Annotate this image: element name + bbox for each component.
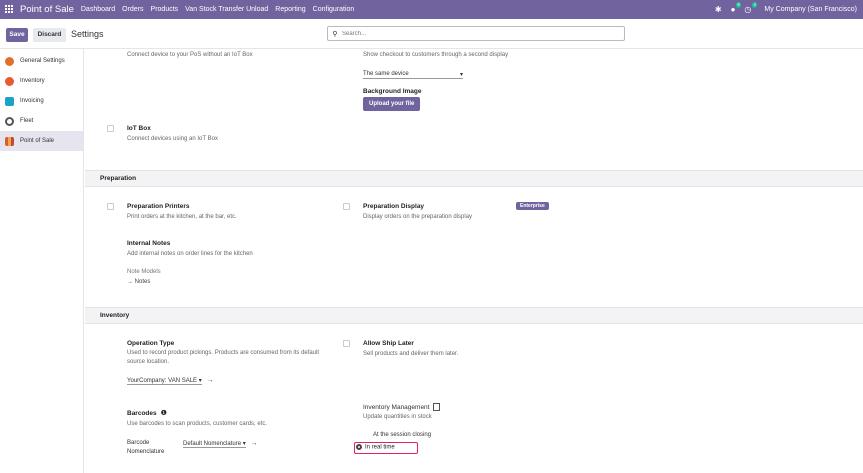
sidebar-item-general-settings[interactable]: General Settings — [0, 51, 83, 71]
enterprise-badge: Enterprise — [516, 202, 549, 210]
preparation-display-desc: Display orders on the preparation displa… — [363, 214, 473, 220]
section-inventory: Inventory — [85, 307, 863, 324]
menu-configuration[interactable]: Configuration — [313, 6, 355, 13]
customer-display-value: The same device — [363, 71, 409, 77]
sidebar-item-label: Fleet — [20, 118, 34, 124]
option-session-closing[interactable]: At the session closing — [364, 432, 431, 438]
control-panel: Save Discard Settings ⚲ — [0, 19, 863, 49]
menu-products[interactable]: Products — [151, 6, 179, 13]
barcode-nomenclature-value: Default Nomenclature — [183, 441, 242, 447]
app-brand[interactable]: Point of Sale — [20, 4, 74, 15]
general-settings-icon — [5, 56, 14, 66]
note-models-label: Note Models — [127, 269, 161, 275]
bug-icon[interactable]: ✱ — [715, 5, 722, 14]
allow-ship-later-desc: Sell products and deliver them later. — [363, 351, 459, 357]
preparation-display-checkbox[interactable] — [343, 203, 350, 210]
iot-box-checkbox[interactable] — [107, 125, 114, 132]
barcodes-header: Barcodes ❶ — [127, 409, 167, 417]
chevron-down-icon: ▾ — [459, 72, 463, 78]
preparation-printers-desc: Print orders at the kitchen, at the bar,… — [127, 214, 237, 220]
barcodes-label: Barcodes — [127, 410, 157, 417]
sidebar-item-label: Inventory — [20, 78, 45, 84]
page-title: Settings — [71, 29, 104, 39]
activity-badge: 4 — [751, 2, 758, 8]
inventory-management-header: Inventory Management — [363, 403, 441, 411]
settings-sidebar: General Settings Inventory Invoicing Fle… — [0, 49, 84, 473]
notes-link[interactable]: → Notes — [127, 279, 150, 285]
sidebar-item-label: General Settings — [20, 58, 65, 64]
invoicing-icon — [5, 96, 14, 106]
option-label: In real time — [365, 444, 395, 451]
top-navbar: Point of Sale Dashboard Orders Products … — [0, 0, 863, 19]
internal-notes-label: Internal Notes — [127, 240, 171, 247]
barcode-nomenclature-field: Default Nomenclature ▾ → — [183, 440, 258, 448]
building-icon — [433, 403, 441, 411]
option-real-time[interactable]: In real time — [356, 444, 395, 451]
iot-box-label: IoT Box — [127, 125, 151, 132]
background-image-label: Background Image — [363, 88, 422, 95]
company-switcher[interactable]: My Company (San Francisco) — [764, 6, 857, 13]
menu-reporting[interactable]: Reporting — [275, 6, 305, 13]
menu-orders[interactable]: Orders — [122, 6, 143, 13]
operation-type-field: YourCompany: VAN SALE ▾ → — [127, 377, 214, 385]
iot-connect-desc: Connect device to your PoS without an Io… — [127, 52, 253, 58]
preparation-printers-label: Preparation Printers — [127, 203, 190, 210]
allow-ship-later-label: Allow Ship Later — [363, 340, 414, 347]
info-icon[interactable]: ❶ — [161, 410, 167, 417]
messages-badge: 6 — [735, 2, 742, 8]
save-button[interactable]: Save — [6, 28, 28, 42]
settings-content: Connect device to your PoS without an Io… — [85, 49, 863, 473]
apps-menu-icon[interactable] — [5, 5, 14, 14]
fleet-icon — [5, 116, 14, 126]
search-icon: ⚲ — [332, 30, 338, 38]
preparation-printers-checkbox[interactable] — [107, 203, 114, 210]
internal-notes-desc: Add internal notes on order lines for th… — [127, 251, 253, 257]
messages-icon[interactable]: ● 6 — [731, 2, 742, 14]
inventory-management-desc: Update quantities in stock — [363, 414, 432, 420]
section-title: Preparation — [100, 175, 137, 182]
customer-display-desc: Show checkout to customers through a sec… — [363, 52, 509, 58]
barcode-nomenclature-label: Barcode Nomenclature — [127, 440, 165, 455]
upload-file-button[interactable]: Upload your file — [363, 97, 421, 111]
section-title: Inventory — [100, 312, 130, 319]
option-label: At the session closing — [373, 432, 432, 438]
external-link-arrow-icon[interactable]: → — [251, 440, 258, 447]
inventory-management-label: Inventory Management — [363, 403, 430, 411]
barcodes-desc: Use barcodes to scan products, customer … — [127, 421, 268, 427]
sidebar-item-label: Invoicing — [20, 98, 44, 104]
operation-type-label: Operation Type — [127, 340, 175, 347]
radio-selected-icon — [356, 444, 362, 450]
search-input[interactable] — [342, 30, 602, 37]
sidebar-item-point-of-sale[interactable]: Point of Sale — [0, 131, 83, 151]
menu-van-stock-transfer-unload[interactable]: Van Stock Transfer Unload — [185, 6, 268, 13]
sidebar-item-invoicing[interactable]: Invoicing — [0, 91, 83, 111]
operation-type-value: YourCompany: VAN SALE — [127, 378, 198, 384]
sidebar-item-label: Point of Sale — [20, 138, 55, 144]
iot-box-desc: Connect devices using an IoT Box — [127, 136, 218, 142]
sidebar-item-inventory[interactable]: Inventory — [0, 71, 83, 91]
sidebar-item-fleet[interactable]: Fleet — [0, 111, 83, 131]
customer-display-select[interactable]: The same device ▾ — [363, 71, 463, 79]
search-bar[interactable]: ⚲ — [327, 26, 625, 41]
section-preparation: Preparation — [85, 170, 863, 187]
discard-button[interactable]: Discard — [33, 28, 66, 42]
barcode-nomenclature-select[interactable]: Default Nomenclature ▾ — [183, 440, 246, 448]
operation-type-desc: Used to record product pickings. Product… — [127, 350, 320, 365]
allow-ship-later-checkbox[interactable] — [343, 340, 350, 347]
inventory-icon — [5, 76, 14, 86]
point-of-sale-icon — [5, 136, 14, 146]
menu-dashboard[interactable]: Dashboard — [81, 6, 115, 13]
external-link-arrow-icon[interactable]: → — [207, 377, 214, 384]
preparation-display-label: Preparation Display — [363, 203, 425, 210]
activity-icon[interactable]: ◷ 4 — [744, 2, 758, 14]
operation-type-select[interactable]: YourCompany: VAN SALE ▾ — [127, 377, 202, 385]
